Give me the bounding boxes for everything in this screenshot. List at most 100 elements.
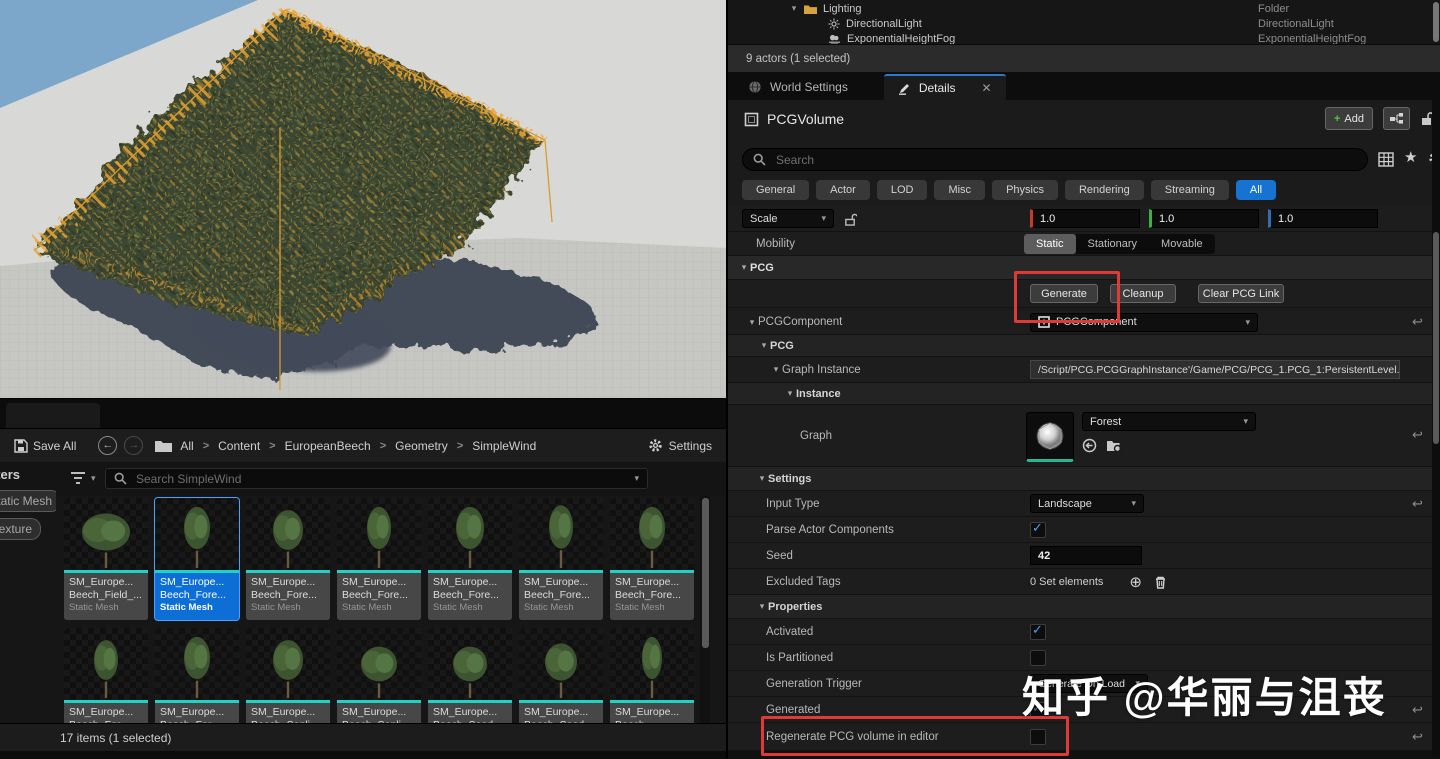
breadcrumb-item-europeanbeech[interactable]: EuropeanBeech bbox=[283, 439, 373, 453]
chevron-down-icon[interactable]: ▾ bbox=[746, 317, 758, 328]
outliner-row[interactable]: ▾LightingFolder bbox=[728, 1, 1440, 16]
add-component-button[interactable]: + Add bbox=[1325, 107, 1373, 130]
level-viewport[interactable] bbox=[0, 0, 728, 398]
filter-chevron-icon[interactable]: ▾ bbox=[91, 473, 96, 484]
category-chip-all[interactable]: All bbox=[1236, 180, 1276, 200]
section-settings[interactable]: ▾ Settings bbox=[728, 467, 1440, 491]
asset-tile[interactable]: SM_Europe...Beech_Sapli... bbox=[246, 628, 330, 723]
category-chip-physics[interactable]: Physics bbox=[992, 180, 1058, 200]
browse-to-asset-icon[interactable] bbox=[1106, 438, 1122, 453]
filter-chip[interactable]: Texture bbox=[0, 518, 41, 540]
use-selected-asset-icon[interactable] bbox=[1082, 438, 1097, 453]
asset-tile[interactable]: SM_Europe...Beech... bbox=[610, 628, 694, 723]
chevron-down-icon[interactable]: ▾ bbox=[770, 364, 782, 375]
panel-tab[interactable] bbox=[6, 403, 100, 429]
scale-lock-icon[interactable] bbox=[844, 212, 857, 226]
search-history-chevron-icon[interactable]: ▾ bbox=[634, 473, 639, 484]
favorites-star-icon[interactable]: ★ bbox=[1404, 148, 1417, 166]
outliner-row[interactable]: ExponentialHeightFogExponentialHeightFog bbox=[728, 31, 1440, 44]
asset-tile[interactable]: SM_Europe...Beech_Seed... bbox=[428, 628, 512, 723]
back-arrow-button[interactable]: ← bbox=[98, 436, 117, 455]
generation-trigger-select[interactable]: Generate On Load ▾ bbox=[1030, 674, 1148, 693]
mobility-option-stationary[interactable]: Stationary bbox=[1076, 234, 1150, 254]
generated-checkbox[interactable] bbox=[1030, 702, 1046, 718]
content-search-input[interactable] bbox=[134, 471, 634, 487]
parse-actor-components-checkbox[interactable] bbox=[1030, 522, 1046, 538]
reset-to-default-icon[interactable]: ↩ bbox=[1412, 314, 1423, 330]
display-grid-icon[interactable] bbox=[1378, 152, 1394, 167]
component-select[interactable]: PCGComponent ▾ bbox=[1030, 313, 1258, 332]
scale-axis-field[interactable]: 1.0 bbox=[1030, 209, 1140, 228]
section-pcg[interactable]: ▾ PCG bbox=[728, 256, 1440, 280]
reset-to-default-icon[interactable]: ↩ bbox=[1412, 427, 1423, 443]
category-chip-streaming[interactable]: Streaming bbox=[1151, 180, 1229, 200]
category-chip-misc[interactable]: Misc bbox=[934, 180, 985, 200]
reset-to-default-icon[interactable]: ↩ bbox=[1412, 496, 1423, 512]
asset-tile[interactable]: SM_Europe...Beech_For... bbox=[64, 628, 148, 723]
filter-chip[interactable]: Static Mesh bbox=[0, 490, 56, 512]
forward-arrow-button[interactable]: → bbox=[124, 436, 143, 455]
generate-button[interactable]: Generate bbox=[1030, 284, 1098, 303]
subsection-pcg[interactable]: ▾ PCG bbox=[728, 335, 1440, 357]
chevron-down-icon[interactable]: ▾ bbox=[758, 340, 770, 351]
scale-axis-field[interactable]: 1.0 bbox=[1268, 209, 1378, 228]
subsection-instance[interactable]: ▾ Instance bbox=[728, 383, 1440, 405]
chevron-down-icon[interactable]: ▾ bbox=[788, 3, 800, 14]
asset-tile[interactable]: SM_Europe...Beech_Fore...Static Mesh bbox=[428, 498, 512, 620]
category-chip-actor[interactable]: Actor bbox=[816, 180, 870, 200]
graph-instance-path-field[interactable]: /Script/PCG.PCGGraphInstance'/Game/PCG/P… bbox=[1030, 360, 1400, 379]
asset-tile[interactable]: SM_Europe...Beech_Fore...Static Mesh bbox=[246, 498, 330, 620]
details-search[interactable] bbox=[742, 148, 1368, 171]
reset-to-default-icon[interactable]: ↩ bbox=[1412, 729, 1423, 745]
transform-scale-select[interactable]: Scale ▾ bbox=[742, 209, 834, 228]
asset-tile[interactable]: SM_Europe...Beech_Sapli... bbox=[337, 628, 421, 723]
breadcrumb-item-geometry[interactable]: Geometry bbox=[393, 439, 450, 453]
activated-checkbox[interactable] bbox=[1030, 624, 1046, 640]
asset-tile[interactable]: SM_Europe...Beech_Fore...Static Mesh bbox=[519, 498, 603, 620]
seed-field[interactable]: 42 bbox=[1030, 546, 1142, 565]
content-scrollbar-thumb[interactable] bbox=[702, 498, 709, 648]
tab-details[interactable]: Details ✕ bbox=[884, 74, 1006, 100]
tab-world-settings[interactable]: World Settings bbox=[734, 74, 862, 100]
asset-tile[interactable]: SM_Europe...Beech_Fore...Static Mesh bbox=[337, 498, 421, 620]
asset-tile[interactable]: SM_Europe...Beech_Field_...Static Mesh bbox=[64, 498, 148, 620]
chevron-down-icon[interactable]: ▾ bbox=[756, 601, 768, 612]
section-properties[interactable]: ▾ Properties bbox=[728, 595, 1440, 619]
chevron-down-icon[interactable]: ▾ bbox=[756, 473, 768, 484]
details-scrollbar-thumb[interactable] bbox=[1433, 232, 1439, 444]
trash-icon[interactable] bbox=[1154, 575, 1167, 589]
input-type-select[interactable]: Landscape ▾ bbox=[1030, 494, 1144, 513]
breadcrumb-item-content[interactable]: Content bbox=[216, 439, 262, 453]
details-search-input[interactable] bbox=[774, 152, 1357, 168]
mobility-option-static[interactable]: Static bbox=[1024, 234, 1076, 254]
blueprint-graph-button[interactable] bbox=[1383, 107, 1410, 130]
mobility-option-movable[interactable]: Movable bbox=[1149, 234, 1215, 254]
is-partitioned-checkbox[interactable] bbox=[1030, 650, 1046, 666]
close-icon[interactable]: ✕ bbox=[982, 81, 992, 95]
graph-select[interactable]: Forest ▾ bbox=[1082, 412, 1256, 431]
chevron-down-icon[interactable]: ▾ bbox=[738, 262, 750, 273]
regenerate-checkbox[interactable] bbox=[1030, 729, 1046, 745]
asset-tile[interactable]: SM_Europe...Beech_For... bbox=[155, 628, 239, 723]
filter-funnel-icon[interactable] bbox=[70, 471, 86, 485]
breadcrumb-item-all[interactable]: All bbox=[178, 439, 195, 453]
outliner-scrollbar-thumb[interactable] bbox=[1433, 2, 1439, 42]
content-search[interactable]: ▾ bbox=[105, 468, 648, 489]
category-chip-lod[interactable]: LOD bbox=[877, 180, 928, 200]
graph-asset-thumbnail[interactable] bbox=[1026, 412, 1074, 462]
category-chip-rendering[interactable]: Rendering bbox=[1065, 180, 1144, 200]
save-all-button[interactable]: Save All bbox=[33, 439, 76, 453]
asset-tile[interactable]: SM_Europe...Beech_Fore...Static Mesh bbox=[155, 498, 239, 620]
add-element-icon[interactable]: ⊕ bbox=[1129, 573, 1142, 591]
asset-tile[interactable]: SM_Europe...Beech_Seed... bbox=[519, 628, 603, 723]
settings-button[interactable]: Settings bbox=[669, 439, 712, 453]
scale-axis-field[interactable]: 1.0 bbox=[1149, 209, 1259, 228]
asset-tile[interactable]: SM_Europe...Beech_Fore...Static Mesh bbox=[610, 498, 694, 620]
category-chip-general[interactable]: General bbox=[742, 180, 809, 200]
outliner-row[interactable]: DirectionalLightDirectionalLight bbox=[728, 16, 1440, 31]
breadcrumb-item-simplewind[interactable]: SimpleWind bbox=[470, 439, 538, 453]
cleanup-button[interactable]: Cleanup bbox=[1110, 284, 1176, 303]
reset-to-default-icon[interactable]: ↩ bbox=[1412, 702, 1423, 718]
chevron-down-icon[interactable]: ▾ bbox=[784, 388, 796, 399]
clear-pcg-link-button[interactable]: Clear PCG Link bbox=[1198, 284, 1284, 303]
